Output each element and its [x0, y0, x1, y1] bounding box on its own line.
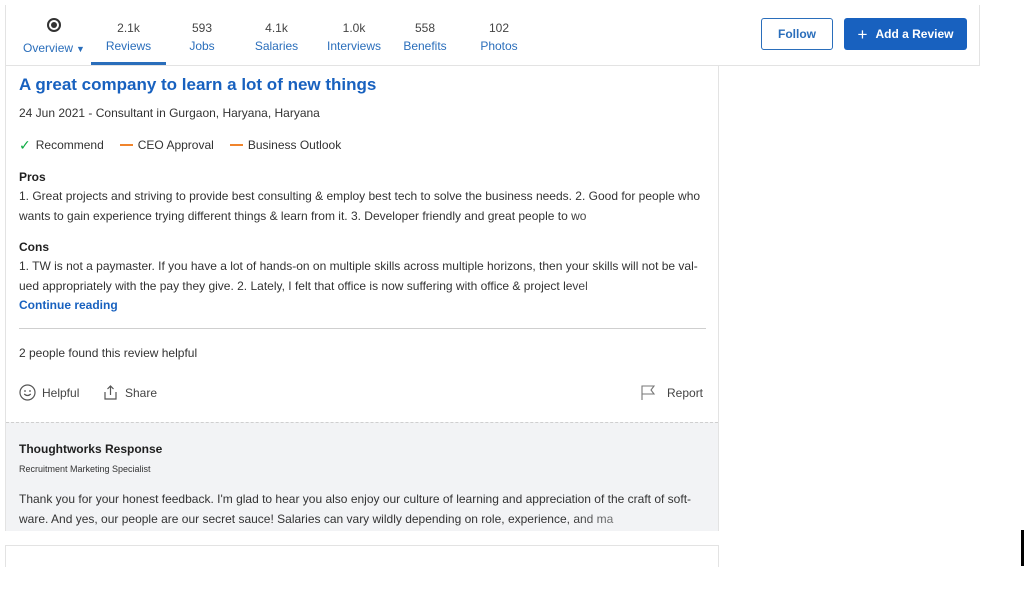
next-review-card	[5, 545, 719, 567]
tab-salaries[interactable]: 4.1k Salaries	[239, 5, 314, 65]
tab-interviews-label: Interviews	[326, 39, 382, 53]
smiley-icon	[19, 384, 36, 401]
tab-benefits[interactable]: 558 Benefits	[394, 5, 456, 65]
employer-response: Thoughtworks Response Recruitment Market…	[6, 422, 718, 531]
tab-salaries-label: Salaries	[254, 39, 299, 53]
tab-benefits-label: Benefits	[403, 39, 447, 53]
dash-icon	[119, 144, 133, 146]
helpful-label: Helpful	[42, 385, 80, 400]
share-icon	[104, 385, 117, 400]
pros-fade	[568, 206, 708, 226]
helpful-count: 2 people found this review helpful	[19, 346, 198, 360]
tab-jobs-label: Jobs	[189, 39, 215, 53]
continue-reading-link[interactable]: Continue reading	[19, 298, 118, 312]
tab-photos[interactable]: 102 Photos	[466, 5, 532, 65]
rating-outlook-label: Business Outlook	[247, 138, 342, 152]
tab-reviews[interactable]: 2.1k Reviews	[91, 5, 166, 65]
tab-photos-count: 102	[488, 21, 510, 35]
plus-icon: +	[857, 24, 868, 44]
tab-overview[interactable]: Overview ▼	[14, 5, 94, 65]
share-button[interactable]: Share	[102, 384, 157, 401]
share-label: Share	[125, 385, 158, 400]
tab-overview-label: Overview	[23, 41, 74, 55]
rating-ceo-approval: CEO Approval	[119, 138, 214, 152]
review-meta: 24 Jun 2021 - Consultant in Gurgaon, Har…	[19, 106, 320, 120]
response-heading: Thoughtworks Response	[19, 442, 163, 456]
review-card: A great company to learn a lot of new th…	[5, 66, 719, 531]
tab-interviews[interactable]: 1.0k Interviews	[315, 5, 393, 65]
divider	[19, 328, 706, 329]
flag-icon	[641, 385, 656, 400]
report-button[interactable]: Report	[640, 384, 703, 401]
cons-heading: Cons	[19, 240, 49, 254]
cons-fade	[568, 276, 708, 296]
check-icon: ✓	[19, 137, 31, 153]
pros-heading: Pros	[19, 170, 46, 184]
helpful-button[interactable]: Helpful	[19, 384, 79, 401]
tab-photos-label: Photos	[480, 39, 518, 53]
dash-icon	[229, 144, 243, 146]
tab-jobs-count: 593	[191, 21, 213, 35]
add-review-label: Add a Review	[875, 27, 954, 41]
response-role: Recruitment Marketing Specialist	[19, 464, 151, 474]
follow-button[interactable]: Follow	[761, 18, 833, 50]
report-label: Report	[667, 385, 704, 400]
add-review-button[interactable]: + Add a Review	[844, 18, 967, 50]
chevron-down-icon: ▼	[76, 44, 85, 54]
rating-recommend: ✓ Recommend	[19, 138, 104, 152]
response-fade	[566, 509, 706, 529]
tab-reviews-count: 2.1k	[117, 21, 140, 35]
tab-salaries-count: 4.1k	[265, 21, 288, 35]
tab-jobs[interactable]: 593 Jobs	[169, 5, 235, 65]
tab-benefits-count: 558	[414, 21, 436, 35]
tab-interviews-count: 1.0k	[342, 21, 366, 35]
rating-ceo-label: CEO Approval	[137, 138, 214, 152]
rating-business-outlook: Business Outlook	[229, 138, 342, 152]
rating-recommend-label: Recommend	[35, 138, 104, 152]
review-ratings: ✓ Recommend CEO Approval Business Outloo…	[19, 138, 341, 152]
overview-target-icon	[47, 18, 61, 32]
company-nav-bar: Overview ▼ 2.1k Reviews 593 Jobs 4.1k Sal…	[5, 5, 980, 66]
review-title[interactable]: A great company to learn a lot of new th…	[19, 75, 376, 95]
tab-reviews-label: Reviews	[105, 39, 152, 53]
